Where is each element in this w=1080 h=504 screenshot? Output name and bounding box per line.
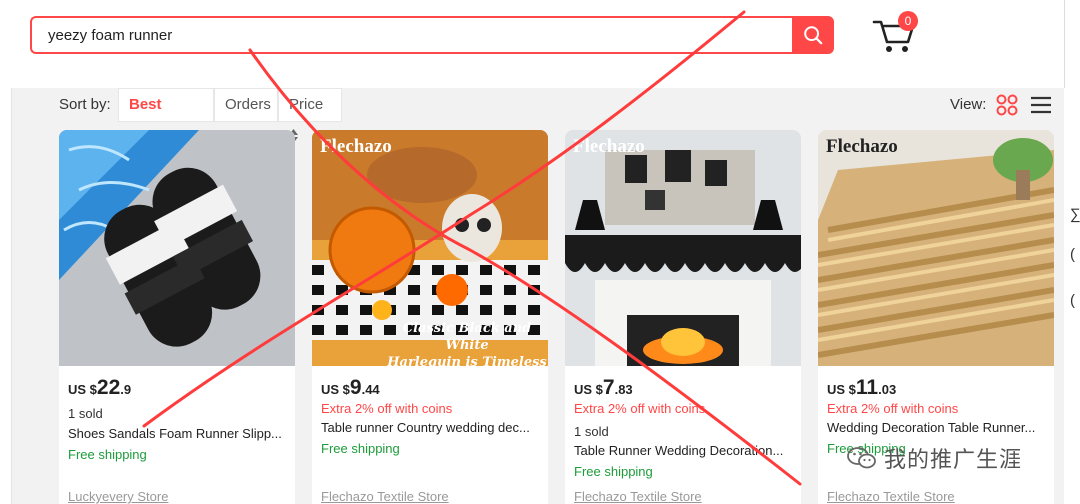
price-integer: 7 <box>602 376 615 399</box>
product-price: US $7.83 <box>574 376 633 400</box>
product-title[interactable]: Wedding Decoration Table Runner... <box>827 420 1047 435</box>
side-glyph-icon: ( <box>1070 246 1075 263</box>
product-card[interactable]: US $22.9 1 sold Shoes Sandals Foam Runne… <box>59 130 295 504</box>
right-edge-top <box>1064 0 1080 88</box>
sort-label: Sort by: <box>59 96 111 113</box>
coin-promo: Extra 2% off with coins <box>574 401 706 416</box>
cart-count-badge: 0 <box>898 11 918 31</box>
image-watermark: Flechazo <box>573 136 645 157</box>
sort-best-match[interactable]: Best Match <box>118 88 214 145</box>
sort-price-label: Price <box>289 96 324 113</box>
wechat-icon <box>847 447 876 469</box>
right-edge-panel: ∑ ( ( <box>1064 0 1080 504</box>
banner-line: Classic Black and White <box>402 321 532 353</box>
wechat-watermark: 我的推广生涯 <box>846 442 1022 474</box>
shipping-label: Free shipping <box>68 447 147 462</box>
price-integer: 11 <box>855 376 879 399</box>
price-decimal: .03 <box>878 382 897 397</box>
shipping-label: Free shipping <box>321 441 400 456</box>
side-glyph-icon: ∑ <box>1070 206 1080 223</box>
price-currency: US $ <box>827 382 856 397</box>
search-icon <box>804 26 823 45</box>
coin-promo: Extra 2% off with coins <box>827 401 959 416</box>
price-currency: US $ <box>574 382 603 397</box>
store-link[interactable]: Flechazo Textile Store <box>574 489 794 504</box>
store-link[interactable]: Luckyevery Store <box>68 489 288 504</box>
product-price: US $11.03 <box>827 376 896 400</box>
sort-orders[interactable]: Orders <box>214 88 278 122</box>
sold-count: 1 sold <box>574 424 609 439</box>
product-title[interactable]: Shoes Sandals Foam Runner Slipp... <box>68 426 288 441</box>
price-currency: US $ <box>321 382 350 397</box>
price-integer: 9 <box>349 376 362 399</box>
sold-count: 1 sold <box>68 406 103 421</box>
image-watermark: Flechazo <box>826 136 898 157</box>
grid-view-icon[interactable] <box>996 94 1018 116</box>
search-query: yeezy foam runner <box>48 27 173 44</box>
product-price: US $22.9 <box>68 376 131 400</box>
list-view-icon[interactable] <box>1030 95 1052 115</box>
image-banner-text: Classic Black and White Harlequin is Tim… <box>382 320 548 371</box>
sort-bar: Sort by: Best Match Orders Price View: <box>12 88 1064 145</box>
store-link[interactable]: Flechazo Textile Store <box>321 489 541 504</box>
image-watermark: Flechazo <box>320 136 392 157</box>
product-title[interactable]: Table Runner Wedding Decoration... <box>574 443 794 458</box>
price-decimal: .44 <box>361 382 380 397</box>
product-title[interactable]: Table runner Country wedding dec... <box>321 420 541 435</box>
price-decimal: .9 <box>120 382 132 397</box>
sort-price[interactable]: Price <box>278 88 342 143</box>
price-currency: US $ <box>68 382 97 397</box>
product-price: US $9.44 <box>321 376 380 400</box>
wechat-watermark-text: 我的推广生涯 <box>884 447 1023 472</box>
product-image[interactable] <box>59 130 295 366</box>
header: yeezy foam runner 0 <box>0 0 1064 88</box>
product-card[interactable]: Flechazo US $7.83 Extra 2% off with coin… <box>565 130 801 504</box>
search-button[interactable] <box>792 16 834 54</box>
product-card[interactable]: Flechazo Classic Black and White Harlequ… <box>312 130 548 504</box>
product-image[interactable] <box>565 130 801 366</box>
coin-promo: Extra 2% off with coins <box>321 401 453 416</box>
side-glyph-icon: ( <box>1070 292 1075 309</box>
price-integer: 22 <box>96 376 121 399</box>
price-decimal: .83 <box>614 382 633 397</box>
store-link[interactable]: Flechazo Textile Store <box>827 489 1047 504</box>
product-image[interactable] <box>818 130 1054 366</box>
view-label: View: <box>950 96 987 113</box>
shipping-label: Free shipping <box>574 464 653 479</box>
banner-line: Harlequin is Timeless <box>387 355 547 370</box>
search-input[interactable]: yeezy foam runner <box>30 16 792 54</box>
